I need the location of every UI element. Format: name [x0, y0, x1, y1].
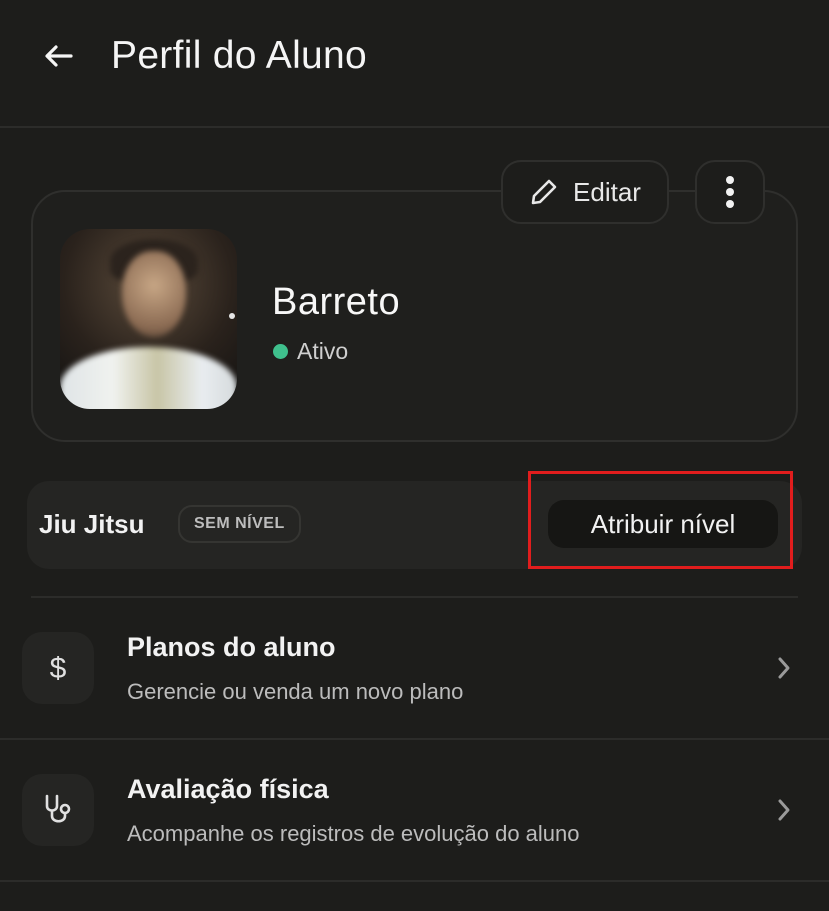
page-title: Perfil do Aluno	[111, 34, 368, 77]
divider	[0, 738, 829, 740]
chevron-right-icon	[772, 796, 796, 824]
more-vertical-icon	[726, 176, 734, 208]
list-item-student-plans[interactable]: $ Planos do aluno Gerencie ou venda um n…	[0, 600, 829, 740]
back-button[interactable]	[36, 38, 80, 74]
pencil-icon	[531, 179, 557, 205]
status-indicator: Ativo	[273, 338, 348, 365]
edit-label: Editar	[573, 176, 641, 207]
top-app-bar: Perfil do Aluno	[0, 0, 829, 128]
svg-text:$: $	[50, 652, 67, 685]
level-badge: SEM NÍVEL	[178, 505, 301, 543]
list-item-title: Planos do aluno	[127, 632, 336, 662]
student-name: Barreto	[272, 281, 401, 323]
divider	[0, 880, 829, 882]
status-label: Ativo	[297, 338, 349, 364]
list-item-title: Avaliação física	[127, 774, 329, 804]
list-item-subtitle: Gerencie ou venda um novo plano	[127, 679, 464, 704]
list-item-subtitle: Acompanhe os registros de evolução do al…	[127, 821, 580, 846]
status-dot-icon	[273, 344, 288, 359]
dollar-icon: $	[22, 632, 94, 704]
stethoscope-icon	[22, 774, 94, 846]
modality-label: Jiu Jitsu	[39, 509, 145, 539]
avatar-indicator-dot	[229, 313, 235, 319]
divider	[31, 596, 798, 598]
edit-button[interactable]: Editar	[501, 160, 669, 224]
chevron-right-icon	[772, 654, 796, 682]
more-options-button[interactable]	[695, 160, 765, 224]
list-item-physical-assessment[interactable]: Avaliação física Acompanhe os registros …	[0, 742, 829, 882]
avatar[interactable]	[60, 229, 237, 409]
arrow-left-icon	[45, 45, 73, 67]
highlight-box	[528, 471, 793, 569]
